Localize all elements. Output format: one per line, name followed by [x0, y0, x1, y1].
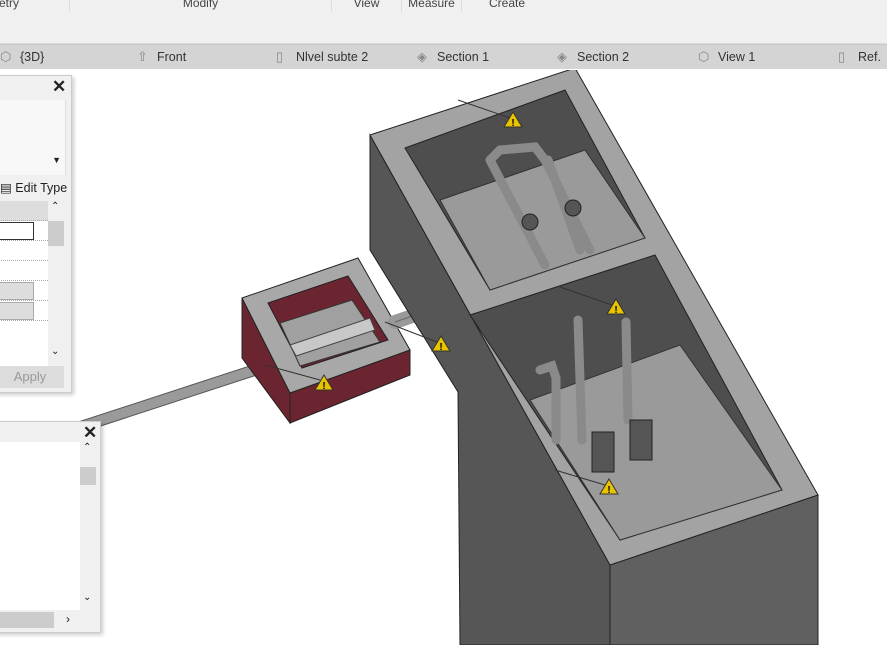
- ribbon-group-measure[interactable]: Measure: [402, 0, 462, 12]
- browser-hscroll[interactable]: [0, 612, 54, 628]
- edit-type-icon: ▤: [0, 181, 12, 195]
- tank[interactable]: [369, 70, 819, 645]
- section-icon: ◈: [417, 49, 427, 64]
- tab-view-1[interactable]: ⬡ View 1: [698, 49, 755, 65]
- properties-scrollbar[interactable]: ⌃ ⌄: [48, 201, 64, 366]
- small-box[interactable]: [241, 257, 411, 425]
- project-browser-panel: ✕ ⌃ ⌄ ›: [0, 421, 101, 633]
- 3d-view-icon: ⬡: [0, 49, 12, 64]
- dropdown-arrow-icon: ▼: [52, 155, 61, 165]
- properties-grid[interactable]: [0, 201, 48, 371]
- view-tabs-bar: ⬡ {3D} ⇧ Front ▯ Nlvel subte 2 ◈ Section 1 ◈…: [0, 44, 887, 69]
- type-selector[interactable]: ▼: [0, 100, 66, 175]
- ribbon-group-geometry[interactable]: etry: [0, 0, 70, 12]
- tab-section-1[interactable]: ◈ Section 1: [417, 49, 489, 65]
- ribbon-group-view[interactable]: View: [332, 0, 402, 12]
- close-icon[interactable]: ✕: [83, 423, 97, 443]
- svg-text:!: !: [439, 342, 442, 353]
- ribbon: etry Modify View Measure Create: [0, 0, 887, 44]
- ribbon-group-create[interactable]: Create: [462, 0, 552, 12]
- svg-text:!: !: [607, 485, 610, 496]
- ribbon-group-modify[interactable]: Modify: [70, 0, 332, 12]
- edit-type-button[interactable]: ▤ Edit Type: [0, 180, 67, 195]
- section-icon: ◈: [557, 49, 567, 64]
- floor-plan-icon: ▯: [838, 49, 846, 64]
- properties-panel: ✕ ▼ ▤ Edit Type ⌃ ⌄ Apply: [0, 75, 72, 393]
- close-icon[interactable]: ✕: [52, 77, 66, 97]
- scroll-right-icon[interactable]: ›: [66, 612, 70, 626]
- 3d-viewport[interactable]: !!!!!: [0, 70, 887, 645]
- browser-tree[interactable]: [0, 442, 80, 610]
- svg-text:!: !: [511, 118, 514, 129]
- browser-vscroll[interactable]: ⌃ ⌄: [80, 442, 96, 610]
- floor-plan-icon: ▯: [276, 49, 284, 64]
- svg-text:!: !: [614, 305, 617, 316]
- apply-button[interactable]: Apply: [0, 366, 64, 388]
- tab-ref[interactable]: ▯ Ref.: [838, 49, 881, 65]
- tab-3d[interactable]: ⬡ {3D}: [0, 49, 44, 65]
- svg-text:!: !: [322, 381, 325, 392]
- 3d-view-icon: ⬡: [698, 49, 710, 64]
- tab-section-2[interactable]: ◈ Section 2: [557, 49, 629, 65]
- tab-nivel-subte-2[interactable]: ▯ Nlvel subte 2: [276, 49, 368, 65]
- tab-front[interactable]: ⇧ Front: [137, 49, 186, 65]
- elevation-icon: ⇧: [137, 49, 148, 64]
